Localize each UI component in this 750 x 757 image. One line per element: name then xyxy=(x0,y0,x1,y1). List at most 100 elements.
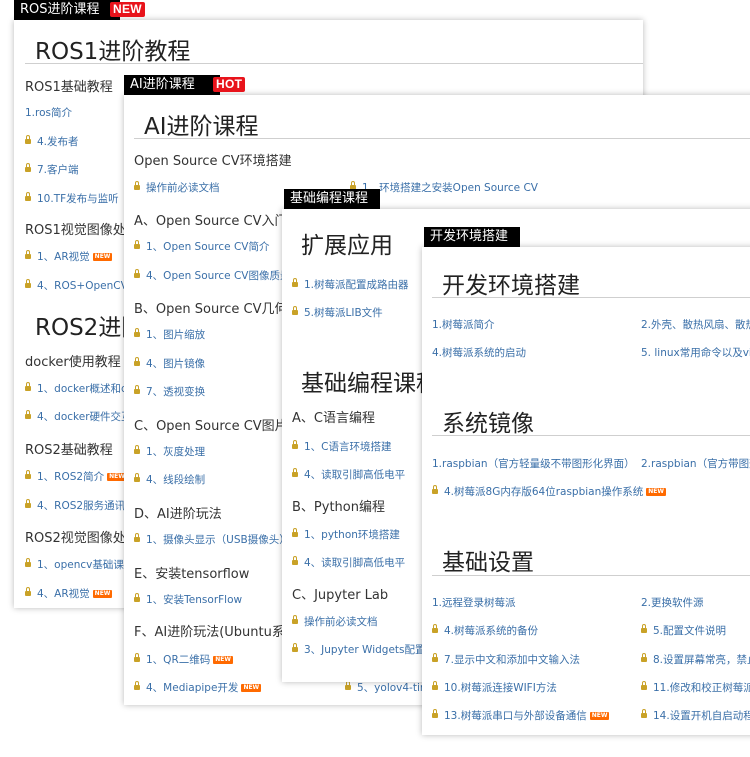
lesson-link-text: 4.树莓派系统的启动 xyxy=(432,347,527,359)
link-system-backup[interactable]: 4.树莓派系统的备份 xyxy=(432,623,538,638)
c-language-heading: A、C语言编程 xyxy=(292,411,375,426)
divider xyxy=(134,138,750,139)
link-lib-files[interactable]: 5.树莓派LIB文件 xyxy=(292,305,383,320)
link-wifi[interactable]: 10.树莓派连接WIFI方法 xyxy=(432,680,557,695)
link-remote-login[interactable]: 1.远程登录树莓派 xyxy=(432,596,516,610)
lock-icon xyxy=(134,652,140,662)
link-install-tf[interactable]: 1、安装TensorFlow xyxy=(134,592,243,607)
lesson-link-text: 3、Jupyter Widgets配置 xyxy=(304,644,426,656)
link-image-mirror[interactable]: 4、图片镜像 xyxy=(134,356,206,371)
link-chinese-input[interactable]: 7.显示中文和添加中文输入法 xyxy=(432,652,581,667)
link-tf[interactable]: 10.TF发布与监听 xyxy=(25,191,119,206)
link-raspbian-lite[interactable]: 1.raspbian（官方轻量级不带图形化界面） xyxy=(432,457,635,471)
link-publisher[interactable]: 4.发布者 xyxy=(25,134,79,149)
link-autostart[interactable]: 14.设置开机自启动程序 xyxy=(641,708,750,723)
link-pi-intro[interactable]: 1.树莓派简介 xyxy=(432,318,495,332)
system-image-title: 系统镜像 xyxy=(442,411,534,437)
lesson-link-text: 操作前必读文档 xyxy=(304,616,378,628)
lock-icon xyxy=(134,356,140,366)
ros2-vision-heading: ROS2视觉图像处理 xyxy=(25,531,139,546)
link-router-config[interactable]: 1.树莓派配置成路由器 xyxy=(292,277,409,292)
lock-icon xyxy=(432,708,438,718)
jupyter-heading: C、Jupyter Lab xyxy=(292,588,389,603)
lock-icon xyxy=(134,327,140,337)
link-perspective[interactable]: 7、透视变换 xyxy=(134,384,206,399)
tab-basic-programming[interactable]: 基础编程课程 xyxy=(284,189,380,209)
lesson-link-text: 1.树莓派配置成路由器 xyxy=(304,279,409,291)
new-badge: NEW xyxy=(110,2,145,17)
tab-ros-advanced[interactable]: ROS进阶课程 xyxy=(14,0,120,20)
link-case-fan[interactable]: 2.外壳、散热风扇、散热片安装 xyxy=(641,318,750,332)
link-linux-cmd[interactable]: 5. linux常用命令以及vim xyxy=(641,346,750,360)
link-raspbian-desktop[interactable]: 2.raspbian（官方带图形化界面） xyxy=(641,457,750,471)
link-image-scale[interactable]: 1、图片缩放 xyxy=(134,327,205,342)
cv-env-heading: Open Source CV环境搭建 xyxy=(134,154,292,169)
tab-ai-advanced[interactable]: AI进阶课程 xyxy=(124,75,220,95)
lesson-link-text: 10.TF发布与监听 xyxy=(37,193,119,205)
divider xyxy=(432,297,750,298)
ai-ubuntu-heading: F、AI进阶玩法(Ubuntu系统) xyxy=(134,625,303,640)
lesson-link-text: 1、ROS2简介 xyxy=(37,471,105,483)
lesson-link-text: 4.发布者 xyxy=(37,136,79,148)
link-yolov4[interactable]: 5、yolov4-tiny xyxy=(345,680,433,695)
lock-icon xyxy=(25,469,31,479)
lock-icon xyxy=(292,614,298,624)
link-ros-intro[interactable]: 1.ros简介 xyxy=(25,106,72,120)
python-heading: B、Python编程 xyxy=(292,500,385,515)
link-ros2-service[interactable]: 4、ROS2服务通讯 xyxy=(25,498,125,513)
link-ros-opencv[interactable]: 4、ROS+OpenCV xyxy=(25,278,128,293)
link-change-source[interactable]: 2.更换软件源 xyxy=(641,596,704,610)
link-line-draw[interactable]: 4、线段绘制 xyxy=(134,472,206,487)
link-python-env[interactable]: 1、python环境搭建 xyxy=(292,527,400,542)
link-c-read-pin[interactable]: 4、读取引脚高低电平 xyxy=(292,467,405,482)
lesson-link-text: 7、透视变换 xyxy=(146,386,206,398)
link-ar-vision[interactable]: 1、AR视觉 NEW xyxy=(25,249,113,264)
link-serial-comm[interactable]: 13.树莓派串口与外部设备通信 NEW xyxy=(432,708,610,723)
lock-icon xyxy=(134,384,140,394)
link-docker-hardware[interactable]: 4、docker硬件交互 xyxy=(25,409,132,424)
lock-icon xyxy=(25,278,31,288)
link-opencv-basic[interactable]: 1、opencv基础课程 xyxy=(25,557,134,572)
link-ros2-intro[interactable]: 1、ROS2简介 NEW xyxy=(25,469,127,484)
link-python-read-pin[interactable]: 4、读取引脚高低电平 xyxy=(292,555,406,570)
docker-heading: docker使用教程 xyxy=(25,355,121,370)
lesson-link-text: 4、读取引脚高低电平 xyxy=(304,557,406,569)
lock-icon xyxy=(25,162,31,172)
lock-icon xyxy=(345,680,351,690)
link-ros2-ar[interactable]: 4、AR视觉 NEW xyxy=(25,586,113,601)
tab-dev-env[interactable]: 开发环境搭建 xyxy=(424,227,520,247)
lesson-link-text: 2.更换软件源 xyxy=(641,597,704,609)
link-time-calibrate[interactable]: 11.修改和校正树莓派时间 xyxy=(641,680,750,695)
extension-section-title: 扩展应用 xyxy=(301,233,393,259)
link-grayscale[interactable]: 1、灰度处理 xyxy=(134,444,205,459)
link-jupyter-read-first[interactable]: 操作前必读文档 xyxy=(292,614,378,629)
link-c-env[interactable]: 1、C语言环境搭建 xyxy=(292,439,392,454)
lesson-link-text: 4、图片镜像 xyxy=(146,358,206,370)
link-system-boot[interactable]: 4.树莓派系统的启动 xyxy=(432,346,526,360)
lesson-link-text: 7.显示中文和添加中文输入法 xyxy=(444,654,581,666)
lock-icon xyxy=(25,249,31,259)
lock-icon xyxy=(25,381,31,391)
link-jupyter-widgets[interactable]: 3、Jupyter Widgets配置 xyxy=(292,642,426,657)
link-client[interactable]: 7.客户端 xyxy=(25,162,79,177)
new-badge: NEW xyxy=(92,590,113,598)
ai-play-heading: D、AI进阶玩法 xyxy=(134,507,222,522)
link-camera-display[interactable]: 1、摄像头显示（USB摄像头） xyxy=(134,532,290,547)
lesson-link-text: 5.树莓派LIB文件 xyxy=(304,307,383,319)
lesson-link-text: 11.修改和校正树莓派时间 xyxy=(653,682,750,694)
lock-icon xyxy=(432,652,438,662)
link-cv-quality[interactable]: 4、Open Source CV图像质量 xyxy=(134,268,290,283)
link-screen-on[interactable]: 8.设置屏幕常亮，禁止休眠 xyxy=(641,652,750,667)
link-qr-code[interactable]: 1、QR二维码 NEW xyxy=(134,652,233,667)
link-read-first[interactable]: 操作前必读文档 xyxy=(134,180,220,195)
lesson-link-text: 1、安装TensorFlow xyxy=(146,594,243,606)
link-raspbian-64bit[interactable]: 4.树莓派8G内存版64位raspbian操作系统 NEW xyxy=(432,484,667,499)
link-cv-intro[interactable]: 1、Open Source CV简介 xyxy=(134,239,269,254)
lesson-link-text: 4、线段绘制 xyxy=(146,474,206,486)
lock-icon xyxy=(292,527,298,537)
lock-icon xyxy=(641,680,647,690)
link-config-file[interactable]: 5.配置文件说明 xyxy=(641,623,726,638)
link-mediapipe[interactable]: 4、Mediapipe开发 NEW xyxy=(134,680,262,695)
basic-programming-title: 基础编程课程 xyxy=(301,371,439,397)
lesson-link-text: 操作前必读文档 xyxy=(146,182,220,194)
